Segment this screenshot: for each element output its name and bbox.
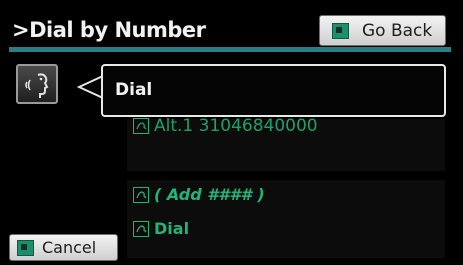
list-item-alt[interactable]: Alt.1 31046840000 xyxy=(133,116,318,136)
voice-command-button[interactable] xyxy=(16,64,58,104)
cancel-button[interactable]: Cancel xyxy=(9,234,118,261)
voice-prompt-callout: Dial xyxy=(101,64,446,117)
list-item-label: Dial xyxy=(154,219,190,238)
button-swatch-icon xyxy=(17,239,34,256)
header-divider xyxy=(9,47,451,52)
speech-command-icon xyxy=(133,186,149,203)
button-swatch-icon xyxy=(332,22,349,39)
go-back-label: Go Back xyxy=(362,20,433,41)
voice-speaker-icon xyxy=(25,73,49,98)
list-item-dial[interactable]: Dial xyxy=(133,219,189,238)
go-back-button[interactable]: Go Back xyxy=(319,15,446,46)
speech-command-icon xyxy=(133,118,149,134)
list-item-add[interactable]: ( Add #### ) xyxy=(133,185,265,204)
page-title: >Dial by Number xyxy=(12,18,206,42)
list-item-label: Alt.1 31046840000 xyxy=(154,116,318,136)
cancel-label: Cancel xyxy=(42,238,97,257)
list-item-label: ( Add #### ) xyxy=(154,185,265,204)
speech-command-icon xyxy=(133,220,149,237)
voice-prompt-text: Dial xyxy=(115,80,153,100)
dial-by-number-screen: >Dial by Number Go Back Alt.1 3104684000… xyxy=(3,3,458,261)
